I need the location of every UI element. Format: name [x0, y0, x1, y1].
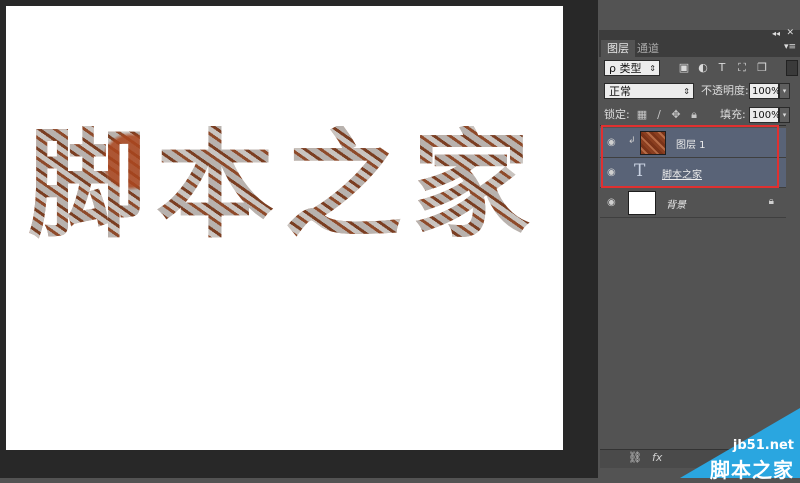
- close-icon[interactable]: ✕: [786, 28, 794, 38]
- panel-title-bar: [599, 30, 800, 40]
- updown-arrow-icon: ⇕: [649, 64, 656, 73]
- adjustment-filter-icon[interactable]: ◐: [697, 61, 709, 74]
- filter-type-select[interactable]: ρ 类型 ⇕: [604, 60, 660, 76]
- lock-all-icon[interactable]: 🔒︎: [688, 108, 700, 121]
- shape-filter-icon[interactable]: ⛶: [736, 61, 748, 74]
- blend-mode-value: 正常: [609, 85, 631, 98]
- fill-label: 填充:: [720, 108, 746, 121]
- link-icon[interactable]: ⛓: [628, 451, 642, 464]
- lock-position-icon[interactable]: ✥: [670, 108, 682, 121]
- filter-toggle[interactable]: [786, 60, 798, 76]
- fill-dropdown-icon[interactable]: ▾: [779, 107, 790, 123]
- opacity-dropdown-icon[interactable]: ▾: [779, 83, 790, 99]
- annotation-highlight-box: [601, 125, 779, 188]
- layer-row-background[interactable]: ◉ 背景 🔒︎: [600, 188, 786, 218]
- collapse-panel-icon[interactable]: ◂◂: [772, 29, 780, 38]
- tab-layers[interactable]: 图层: [601, 40, 635, 57]
- opacity-label: 不透明度:: [701, 84, 749, 97]
- image-filter-icon[interactable]: ▣: [678, 61, 690, 74]
- layer-thumbnail: [628, 191, 656, 215]
- lock-icon: 🔒︎: [768, 196, 774, 207]
- lock-label: 锁定:: [604, 108, 630, 121]
- panel-tabs: 图层 通道 ▾≡: [599, 40, 800, 57]
- document-workspace: 脚本之家: [0, 0, 598, 478]
- watermark-brand: 脚本之家: [710, 458, 794, 482]
- lock-paint-icon[interactable]: ∕: [653, 108, 665, 121]
- text-filter-icon[interactable]: T: [716, 61, 728, 74]
- layer-name[interactable]: 背景: [666, 196, 686, 211]
- opacity-value: 100%: [752, 86, 781, 97]
- rust-textured-text: 脚本之家: [28, 116, 541, 254]
- opacity-field[interactable]: 100%: [749, 83, 781, 99]
- watermark-site: jb51.net: [732, 438, 794, 453]
- smart-object-filter-icon[interactable]: ❐: [756, 61, 768, 74]
- fill-value: 100%: [752, 110, 781, 121]
- tab-channels[interactable]: 通道: [631, 40, 665, 57]
- fill-field[interactable]: 100%: [749, 107, 781, 123]
- lock-transparency-icon[interactable]: ▦: [636, 108, 648, 121]
- panel-menu-icon[interactable]: ▾≡: [784, 42, 796, 52]
- site-watermark: jb51.net 脚本之家: [680, 408, 800, 482]
- eye-icon[interactable]: ◉: [607, 197, 616, 208]
- filter-type-label: ρ 类型: [609, 62, 642, 75]
- document-canvas[interactable]: 脚本之家: [6, 6, 563, 450]
- updown-arrow-icon: ⇕: [683, 87, 690, 96]
- blend-mode-select[interactable]: 正常 ⇕: [604, 83, 694, 99]
- fx-icon[interactable]: fx: [652, 451, 662, 464]
